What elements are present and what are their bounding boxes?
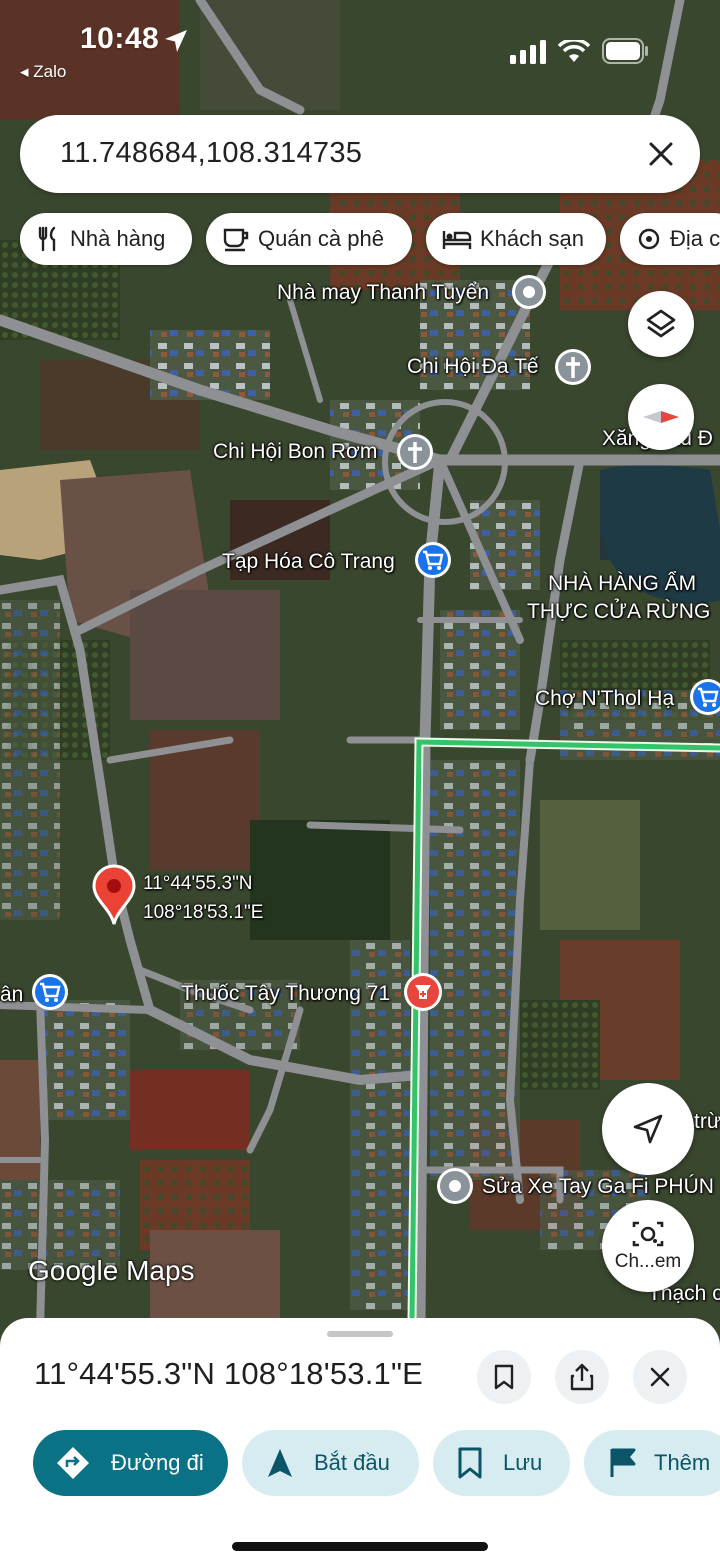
layers-button[interactable]	[628, 291, 694, 357]
place-pin-icon[interactable]	[510, 273, 548, 311]
save-label: Lưu	[503, 1450, 543, 1475]
pin-longitude-label: 108°18'53.1"E	[143, 902, 264, 923]
lens-search-button[interactable]: Ch...em	[602, 1200, 694, 1292]
pin-latitude-label: 11°44'55.3"N	[143, 873, 253, 894]
place-pin-icon[interactable]	[435, 1166, 475, 1206]
close-sheet-button[interactable]	[633, 1350, 687, 1404]
start-button[interactable]: Bắt đầu	[242, 1430, 419, 1496]
chip-label: Nhà hàng	[70, 226, 166, 251]
directions-button[interactable]: Đường đi	[33, 1430, 228, 1496]
chip-label: Quán cà phê	[258, 226, 384, 251]
place-label[interactable]: Thuốc Tây Thương 71	[181, 982, 390, 1006]
more-label: Thêm	[654, 1450, 711, 1475]
camera-search-icon	[632, 1221, 664, 1247]
pharmacy-icon[interactable]	[402, 971, 444, 1015]
home-indicator[interactable]	[232, 1542, 488, 1551]
bookmark-icon	[458, 1447, 482, 1479]
place-label[interactable]: THỰC CỬA RỪNG	[527, 600, 710, 624]
coffee-icon	[223, 228, 249, 252]
status-bar: 10:48 ◂ Zalo	[0, 0, 720, 110]
attraction-icon	[638, 228, 660, 250]
close-icon	[650, 1367, 670, 1387]
my-location-button[interactable]	[602, 1083, 694, 1175]
church-icon[interactable]	[553, 347, 593, 389]
chip-attractions[interactable]: Địa c	[620, 213, 720, 265]
place-label[interactable]: Chợ N'Thol Hạ	[535, 687, 674, 711]
hotel-icon	[442, 231, 472, 249]
more-button[interactable]: Thêm	[584, 1430, 720, 1496]
google-maps-logo: Google Maps	[28, 1255, 195, 1286]
bookmark-icon	[494, 1364, 514, 1390]
shopping-cart-icon[interactable]	[30, 972, 70, 1014]
place-title: 11°44'55.3"N 108°18'53.1"E	[34, 1356, 424, 1391]
place-label[interactable]: ân	[0, 983, 23, 1007]
place-label[interactable]: Chi Hội Bon Rơm	[213, 440, 377, 464]
location-arrow-icon	[165, 30, 187, 52]
close-icon[interactable]	[646, 139, 676, 169]
search-input[interactable]: 11.748684,108.314735	[60, 137, 362, 170]
compass-icon	[643, 411, 679, 423]
dropped-pin-icon[interactable]	[90, 864, 138, 926]
save-icon-button[interactable]	[477, 1350, 531, 1404]
church-icon[interactable]	[395, 432, 435, 474]
navigation-icon	[268, 1449, 292, 1477]
place-label[interactable]: Tạp Hóa Cô Trang	[222, 550, 395, 574]
sheet-drag-handle[interactable]	[327, 1331, 393, 1337]
shopping-cart-icon[interactable]	[413, 540, 453, 582]
place-label[interactable]: trừn	[694, 1110, 720, 1134]
lens-label: Ch...em	[614, 1251, 682, 1272]
save-button[interactable]: Lưu	[433, 1430, 570, 1496]
restaurant-icon	[38, 226, 56, 252]
chip-hotels[interactable]: Khách sạn	[426, 213, 606, 265]
compass-button[interactable]	[628, 384, 694, 450]
place-label[interactable]: Chi Hội Đa Tế	[407, 355, 539, 379]
search-bar[interactable]: 11.748684,108.314735	[20, 115, 700, 193]
place-label[interactable]: NHÀ HÀNG ẨM	[548, 572, 696, 596]
directions-label: Đường đi	[111, 1450, 204, 1475]
directions-icon	[57, 1447, 89, 1479]
layers-icon	[646, 309, 676, 338]
chip-cafes[interactable]: Quán cà phê	[206, 213, 412, 265]
chip-restaurants[interactable]: Nhà hàng	[20, 213, 192, 265]
place-label[interactable]: Sửa Xe Tay Ga Fi PHÚN	[482, 1175, 714, 1199]
share-button[interactable]	[555, 1350, 609, 1404]
battery-icon	[602, 38, 648, 64]
place-label[interactable]: Nhà may Thanh Tuyển	[277, 281, 489, 305]
chip-label: Địa c	[670, 226, 720, 251]
flag-icon	[610, 1448, 636, 1477]
navigation-arrow-icon	[633, 1114, 663, 1144]
cellular-signal-icon	[510, 40, 546, 64]
share-icon	[570, 1363, 594, 1391]
status-time: 10:48	[80, 22, 160, 55]
shopping-cart-icon[interactable]	[688, 677, 720, 719]
back-to-app-link[interactable]: ◂ Zalo	[20, 62, 66, 82]
start-label: Bắt đầu	[314, 1450, 390, 1475]
chip-label: Khách sạn	[480, 226, 584, 251]
wifi-icon	[558, 40, 590, 62]
